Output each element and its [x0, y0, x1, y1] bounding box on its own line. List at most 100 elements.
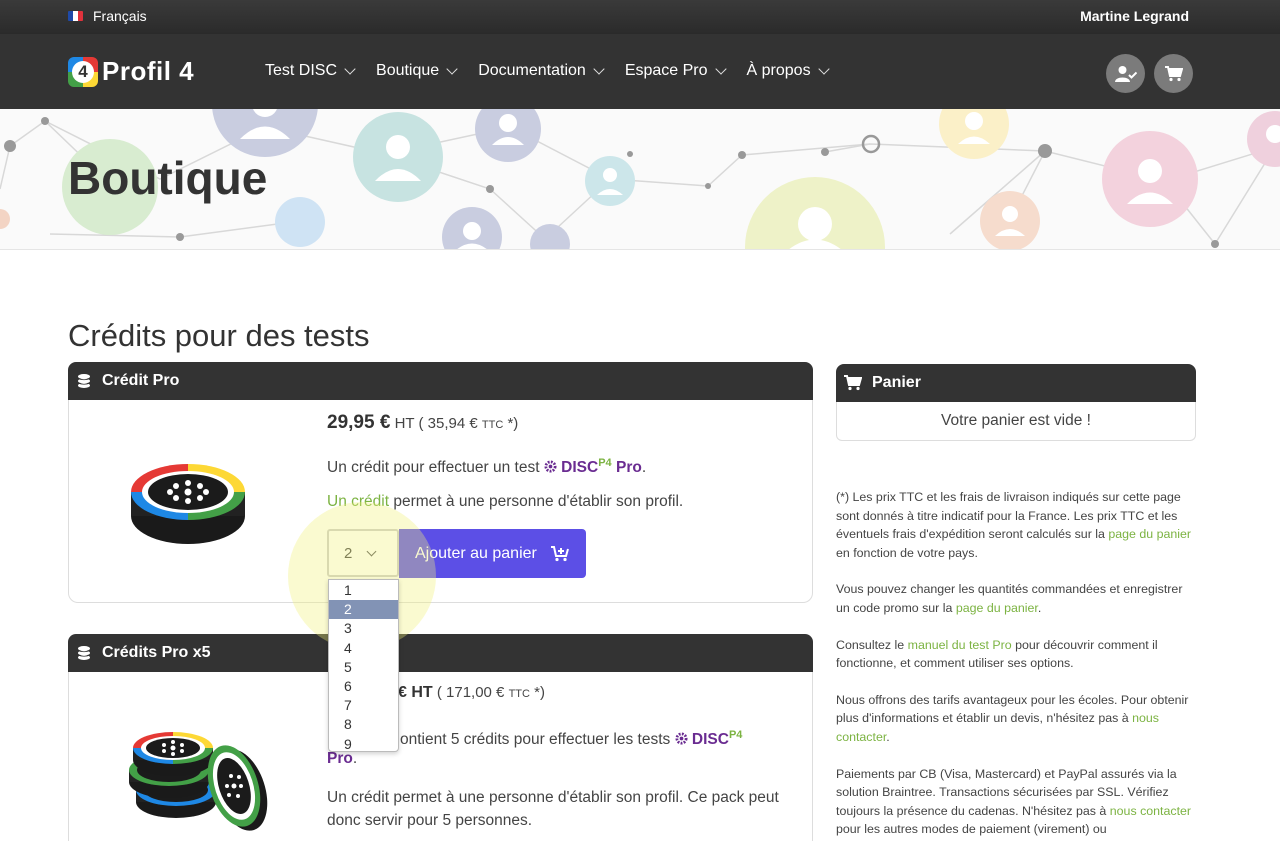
quantity-option[interactable]: 1	[329, 581, 398, 600]
cart-empty-message: Votre panier est vide !	[836, 402, 1196, 441]
nav-item-documentation[interactable]: Documentation	[478, 62, 605, 80]
cart-header: Panier	[836, 364, 1196, 402]
quantity-option[interactable]: 5	[329, 658, 398, 677]
main-navbar: 4 Profil 4 Test DISC Boutique Documentat…	[0, 33, 1280, 109]
price-ht: HT	[394, 415, 415, 432]
note-payments: Paiements par CB (Visa, Mastercard) et P…	[836, 765, 1198, 839]
cart-panel: Panier Votre panier est vide !	[836, 364, 1196, 441]
quantity-option[interactable]: 8	[329, 715, 398, 734]
product-title: Crédits Pro x5	[102, 644, 211, 661]
language-label[interactable]: Français	[93, 8, 147, 24]
product-title: Crédit Pro	[102, 372, 180, 389]
disc-pro: Pro	[615, 459, 642, 477]
chevron-down-icon	[593, 63, 605, 75]
product-price: € HT ( 171,00 € TTC *)	[398, 684, 545, 702]
cart-page-link[interactable]: page du panier	[1108, 527, 1191, 541]
quantity-option[interactable]: 9	[329, 735, 398, 754]
nav-item-label: Espace Pro	[624, 62, 708, 79]
product-description: Un crédit pour effectuer un test DISCP4 …	[327, 452, 646, 479]
note-text: Consultez le	[836, 637, 905, 652]
chevron-down-icon	[817, 63, 830, 75]
disc-word: DISC	[691, 731, 729, 749]
nav-item-label: Boutique	[376, 62, 440, 79]
product-card-body: € HT ( 171,00 € TTC *) ontient 5 crédits…	[68, 672, 813, 841]
product-card-credits-pro-x5: Crédits Pro x5 € HT ( 171,00 € TTC *) on…	[68, 634, 813, 841]
product-card-header: Crédit Pro	[68, 362, 813, 400]
language-switcher[interactable]: Français	[68, 8, 147, 24]
nav-menu: Test DISC Boutique Documentation Espace …	[265, 62, 830, 80]
nav-item-a-propos[interactable]: À propos	[746, 62, 830, 80]
nav-item-label: À propos	[746, 62, 811, 79]
quantity-option[interactable]: 6	[329, 677, 398, 696]
disc-superscript: P4	[598, 457, 612, 469]
note-text: en fonction de votre pays.	[836, 545, 978, 560]
france-flag-icon	[68, 11, 83, 21]
note-prices: (*) Les prix TTC et les frais de livrais…	[836, 488, 1198, 562]
nav-icons	[1106, 54, 1193, 93]
credit-token-image	[131, 464, 245, 544]
logo-badge-number: 4	[72, 60, 94, 83]
nav-item-label: Documentation	[478, 62, 586, 79]
shop-notes: (*) Les prix TTC et les frais de livrais…	[836, 488, 1198, 841]
price-ttc: ( 35,94 €	[418, 415, 478, 432]
cart-plus-icon	[550, 545, 569, 561]
credit-tokens-stack-image	[129, 732, 268, 831]
desc-suffix: .	[641, 459, 647, 477]
product-card-body: 29,95 € HT ( 35,94 € TTC *) Un crédit po…	[68, 400, 813, 603]
price-ttc-close: *)	[534, 684, 545, 701]
page-title: Boutique	[68, 152, 268, 204]
user-check-icon	[1114, 65, 1137, 82]
note-manual: Consultez le manuel du test Pro pour déc…	[836, 636, 1198, 673]
disc-word: DISC	[561, 459, 599, 477]
gear-icon	[544, 460, 557, 473]
credit-text: permet à une personne d'établir son prof…	[393, 493, 684, 510]
quantity-option[interactable]: 3	[329, 619, 398, 638]
product-card-header: Crédits Pro x5	[68, 634, 813, 672]
product-card-credit-pro: Crédit Pro 29,95 € HT ( 35,94 € TTC *) U…	[68, 362, 813, 603]
disc-brand: DISCP4	[675, 729, 743, 749]
coins-icon	[77, 646, 91, 660]
section-title: Crédits pour des tests	[68, 318, 370, 353]
price-main: 29,95 €	[327, 412, 391, 433]
nav-item-espace-pro[interactable]: Espace Pro	[624, 62, 727, 80]
user-name[interactable]: Martine Legrand	[1080, 8, 1189, 24]
note-text: .	[886, 729, 890, 744]
gear-icon	[675, 732, 688, 745]
note-schools: Nous offrons des tarifs avantageux pour …	[836, 691, 1198, 747]
note-quantities: Vous pouvez changer les quantités comman…	[836, 580, 1198, 617]
note-text: pour les autres modes de paiement (virem…	[836, 822, 1107, 837]
ttc-label: TTC	[481, 419, 504, 431]
brand-name: Profil 4	[102, 56, 195, 86]
account-button[interactable]	[1106, 54, 1145, 93]
disc-brand: DISCP4 Pro	[544, 457, 642, 477]
chevron-down-icon	[446, 63, 458, 75]
brand-logo[interactable]: 4 Profil 4	[68, 56, 194, 87]
quantity-option[interactable]: 4	[329, 639, 398, 658]
ttc-label: TTC	[508, 688, 530, 700]
nav-item-test-disc[interactable]: Test DISC	[265, 62, 356, 80]
nav-item-boutique[interactable]: Boutique	[376, 62, 458, 80]
product-credit-text: Un crédit permet à une personne d'établi…	[327, 789, 779, 829]
desc-text: ontient 5 crédits pour effectuer les tes…	[400, 731, 671, 749]
quantity-option[interactable]: 7	[329, 696, 398, 715]
coins-icon	[77, 374, 91, 388]
hero-banner: Boutique	[0, 109, 1280, 250]
desc-text: Un crédit pour effectuer un test	[327, 459, 540, 477]
product-price: 29,95 € HT ( 35,94 € TTC *)	[327, 412, 518, 434]
manual-link[interactable]: manuel du test Pro	[908, 638, 1012, 652]
cart-button[interactable]	[1154, 54, 1193, 93]
price-ht: € HT	[398, 684, 433, 701]
cart-icon	[1164, 65, 1183, 81]
chevron-down-icon	[714, 63, 727, 75]
price-ttc: ( 171,00 €	[436, 684, 505, 701]
cart-page-link[interactable]: page du panier	[956, 601, 1038, 615]
note-text: .	[1037, 600, 1042, 615]
nav-item-label: Test DISC	[265, 62, 338, 79]
profil4-logo-icon: 4	[68, 56, 98, 87]
disc-superscript: P4	[728, 729, 743, 741]
contact-link[interactable]: nous contacter	[1110, 804, 1191, 818]
quantity-option-selected[interactable]: 2	[329, 600, 398, 620]
quantity-dropdown-list: 1 2 3 4 5 6 7 8 9	[328, 579, 399, 752]
cart-title: Panier	[872, 374, 921, 391]
top-bar: Français Martine Legrand	[0, 0, 1280, 33]
